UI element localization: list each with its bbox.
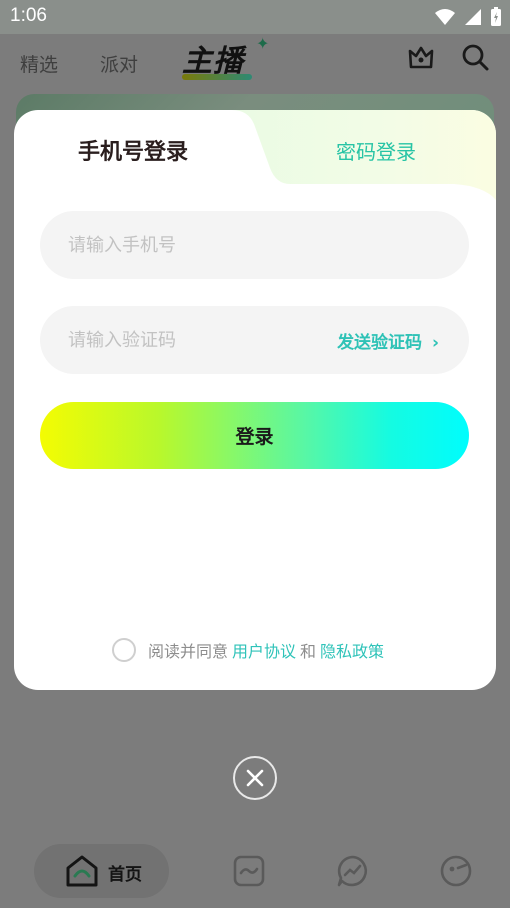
status-time: 1:06 <box>10 5 47 26</box>
privacy-policy-link[interactable]: 隐私政策 <box>320 638 384 662</box>
top-nav: 精选 派对 主播 ✦ <box>0 34 510 94</box>
close-button[interactable] <box>233 756 277 800</box>
crown-icon[interactable] <box>406 42 436 72</box>
tab-password-login[interactable]: 密码登录 <box>336 136 416 165</box>
agreement-row: 阅读并同意 用户协议 和 隐私政策 <box>112 638 388 662</box>
profile-icon[interactable] <box>440 854 474 888</box>
nav-home-label: 首页 <box>108 865 142 885</box>
close-icon <box>246 769 264 787</box>
wifi-icon <box>435 9 455 25</box>
agreement-prefix: 阅读并同意 <box>148 642 229 661</box>
phone-input[interactable] <box>68 211 338 279</box>
agree-checkbox[interactable] <box>112 638 136 662</box>
send-code-label: 发送验证码 <box>337 333 423 353</box>
agreement-and: 和 <box>300 642 317 661</box>
status-bar: 1:06 <box>0 0 510 34</box>
tab-phone-login[interactable]: 手机号登录 <box>78 134 188 166</box>
chevron-right-icon: › <box>431 333 439 353</box>
search-icon[interactable] <box>460 42 490 72</box>
login-button-label: 登录 <box>235 426 274 448</box>
login-modal: 手机号登录 密码登录 发送验证码 › 登录 阅读并同意 用户协议 和 隐私政策 <box>14 110 496 690</box>
chat-trend-icon[interactable] <box>336 854 370 888</box>
tab-party[interactable]: 派对 <box>100 50 138 77</box>
bottom-nav: 首页 <box>0 836 510 908</box>
code-input[interactable] <box>68 306 338 374</box>
status-icons <box>434 7 502 27</box>
battery-icon <box>491 7 501 26</box>
phone-field[interactable] <box>40 211 469 279</box>
nav-home[interactable] <box>34 844 169 898</box>
user-agreement-link[interactable]: 用户协议 <box>232 638 296 662</box>
tab-host[interactable]: 主播 <box>182 36 244 80</box>
square-wave-icon[interactable] <box>232 854 266 888</box>
home-icon <box>66 855 98 887</box>
signal-icon <box>465 9 481 25</box>
tab-featured[interactable]: 精选 <box>20 50 58 77</box>
send-code-button[interactable]: 发送验证码 › <box>337 328 439 353</box>
code-field[interactable]: 发送验证码 › <box>40 306 469 374</box>
login-button[interactable]: 登录 <box>40 402 469 469</box>
sparkle-icon: ✦ <box>256 34 270 53</box>
